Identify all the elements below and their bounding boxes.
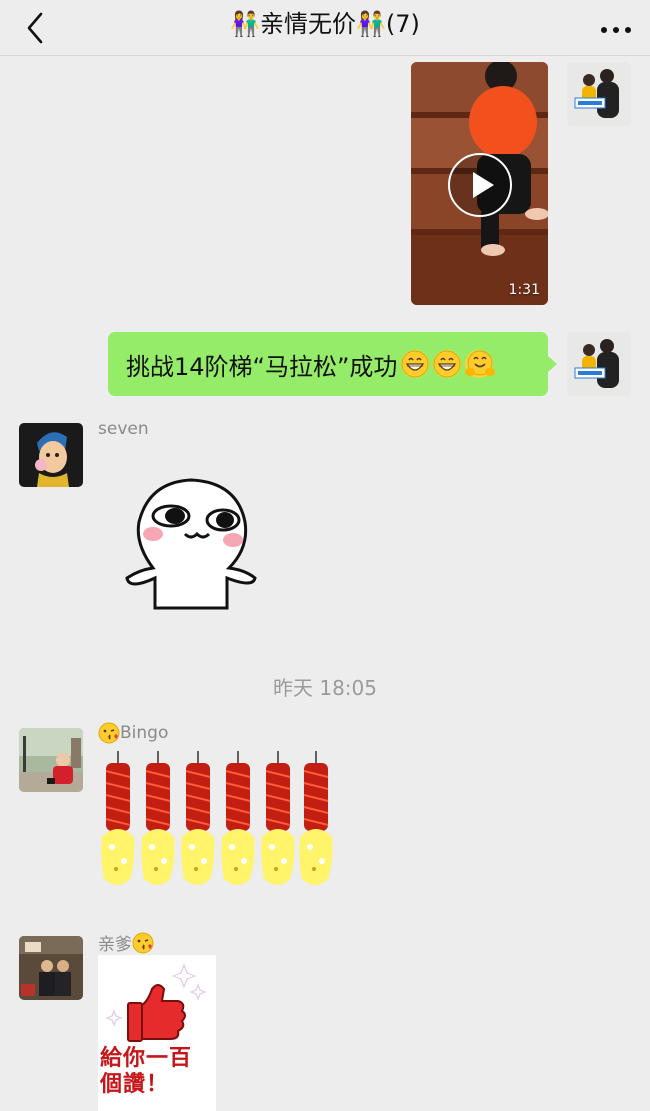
video-message[interactable]: 1:31 [411,62,548,305]
bubble-tail [548,356,557,372]
chat-header: 👫亲情无价👫(7) [0,0,650,56]
sticker-caption: 給你一百個讚！ [100,1045,193,1097]
sticker-message[interactable]: 給你一百個讚！ [98,955,216,1111]
avatar-image [567,332,631,396]
sticker-message[interactable] [98,745,334,893]
avatar-seven[interactable] [19,423,83,487]
more-button[interactable] [596,8,636,48]
sender-name: seven [98,419,149,439]
avatar-image [19,936,83,1000]
sender-name-row: Bingo [98,722,168,744]
sender-name: 亲爹 [98,935,132,955]
video-duration: 1:31 [508,282,540,298]
sticker-message[interactable] [125,478,257,612]
firecracker-sticker-image [100,750,334,886]
chat-timestamp: 昨天 18:05 [273,676,377,700]
avatar-bingo[interactable] [19,728,83,792]
avatar-image [19,728,83,792]
kiss-emoji-icon [98,722,120,744]
chat-screen: 👫亲情无价👫(7) 1:31 挑战14阶梯“马拉松”成功 seven 昨天 18… [0,0,650,1111]
kiss-emoji-icon [132,932,154,953]
avatar-father[interactable] [19,936,83,1000]
more-dots-icon [601,27,631,33]
chat-title: 👫亲情无价👫(7) [230,10,420,38]
grin-emoji-icon [433,350,462,378]
avatar-self[interactable] [567,332,631,396]
smiley-sticker-image [125,478,257,610]
avatar-image [567,62,631,126]
text-message-bubble[interactable]: 挑战14阶梯“马拉松”成功 [108,332,548,396]
grin-emoji-icon [401,350,430,378]
play-icon[interactable] [447,152,513,218]
hugging-emoji-icon [465,350,496,378]
avatar-self[interactable] [567,62,631,126]
message-text: 挑战14阶梯“马拉松”成功 [126,352,398,381]
avatar-image [19,423,83,487]
sender-name: Bingo [120,723,169,743]
sender-name-row: 亲爹 [98,930,154,955]
